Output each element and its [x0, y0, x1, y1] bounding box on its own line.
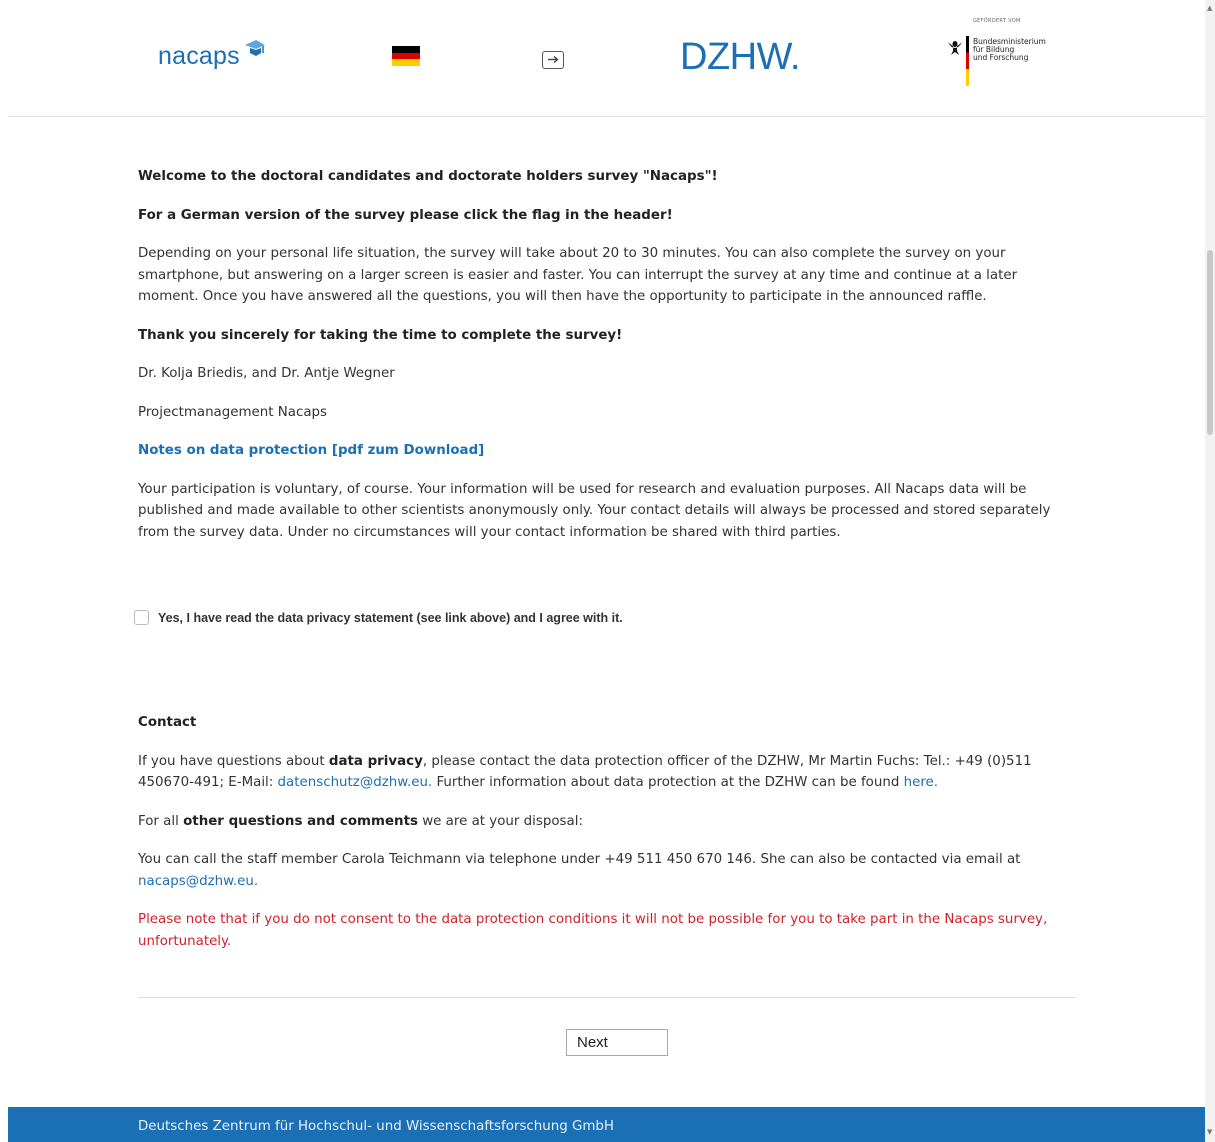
- other-pre: For all: [138, 813, 184, 829]
- privacy-here-link[interactable]: here.: [904, 775, 938, 790]
- other-questions-text: For all other questions and comments we …: [138, 811, 1078, 833]
- scroll-down-arrow-icon[interactable]: ▼: [1207, 1128, 1212, 1136]
- privacy-pdf-link[interactable]: Notes on data protection [pdf zum Downlo…: [138, 443, 484, 458]
- privacy-bold: data privacy: [328, 753, 423, 769]
- contact-heading: Contact: [138, 715, 197, 730]
- bmbf-logo[interactable]: GEFÖRDERT VOM Bundesministerium für Bild…: [943, 18, 1053, 88]
- staff-email-link[interactable]: nacaps@dzhw.eu.: [138, 874, 258, 889]
- sign-in-icon[interactable]: [542, 51, 564, 69]
- privacy-post: Further information about data protectio…: [432, 775, 904, 790]
- dzhw-logo[interactable]: DZHW.: [680, 36, 800, 79]
- survey-page: nacaps DZHW. GEFÖRDERT VOM Bundesministe…: [0, 0, 1205, 1142]
- team-name: Projectmanagement Nacaps: [138, 404, 328, 420]
- thanks-text: Thank you sincerely for taking the time …: [138, 327, 623, 343]
- header: nacaps DZHW. GEFÖRDERT VOM Bundesministe…: [8, 0, 1205, 117]
- divider: [138, 997, 1076, 998]
- german-version-hint: For a German version of the survey pleas…: [138, 207, 673, 223]
- intro-section: Welcome to the doctoral candidates and d…: [138, 166, 1078, 560]
- privacy-pre: If you have questions about: [138, 753, 329, 769]
- consent-warning: Please note that if you do not consent t…: [138, 912, 1048, 949]
- staff-pre: You can call the staff member Carola Tei…: [138, 852, 1021, 867]
- flag-stripe: [966, 36, 969, 86]
- intro-text: Depending on your personal life situatio…: [138, 246, 1018, 304]
- staff-contact-text: You can call the staff member Carola Tei…: [138, 849, 1078, 892]
- german-flag-icon[interactable]: [392, 46, 420, 66]
- privacy-text: Your participation is voluntary, of cour…: [138, 481, 1051, 540]
- bmbf-line3: und Forschung: [973, 53, 1029, 62]
- federal-eagle-icon: [947, 38, 963, 56]
- other-bold: other questions and comments: [183, 813, 418, 829]
- consent-checkbox[interactable]: [134, 610, 149, 625]
- scroll-up-arrow-icon[interactable]: ▲: [1207, 4, 1212, 12]
- scrollbar-thumb[interactable]: [1207, 250, 1213, 435]
- bmbf-name: Bundesministerium für Bildung und Forsch…: [973, 38, 1046, 62]
- footer: Deutsches Zentrum für Hochschul- und Wis…: [8, 1107, 1205, 1142]
- nacaps-logo-text: nacaps: [158, 42, 240, 70]
- nacaps-logo[interactable]: nacaps: [158, 40, 265, 71]
- other-post: we are at your disposal:: [417, 813, 583, 829]
- vertical-scrollbar[interactable]: ▲ ▼: [1205, 0, 1215, 1142]
- next-button[interactable]: Next: [566, 1029, 668, 1056]
- welcome-heading: Welcome to the doctoral candidates and d…: [138, 169, 718, 184]
- funded-by-label: GEFÖRDERT VOM: [973, 18, 1021, 24]
- consent-label[interactable]: Yes, I have read the data privacy statem…: [158, 611, 623, 625]
- signatories: Dr. Kolja Briedis, and Dr. Antje Wegner: [138, 366, 395, 381]
- privacy-email-link[interactable]: datenschutz@dzhw.eu.: [278, 775, 433, 790]
- contact-section: Contact If you have questions about data…: [138, 712, 1078, 969]
- privacy-contact-text: If you have questions about data privacy…: [138, 751, 1078, 794]
- footer-text: Deutsches Zentrum für Hochschul- und Wis…: [138, 1119, 614, 1134]
- consent-row[interactable]: Yes, I have read the data privacy statem…: [134, 610, 623, 625]
- graduation-cap-icon: [244, 36, 266, 65]
